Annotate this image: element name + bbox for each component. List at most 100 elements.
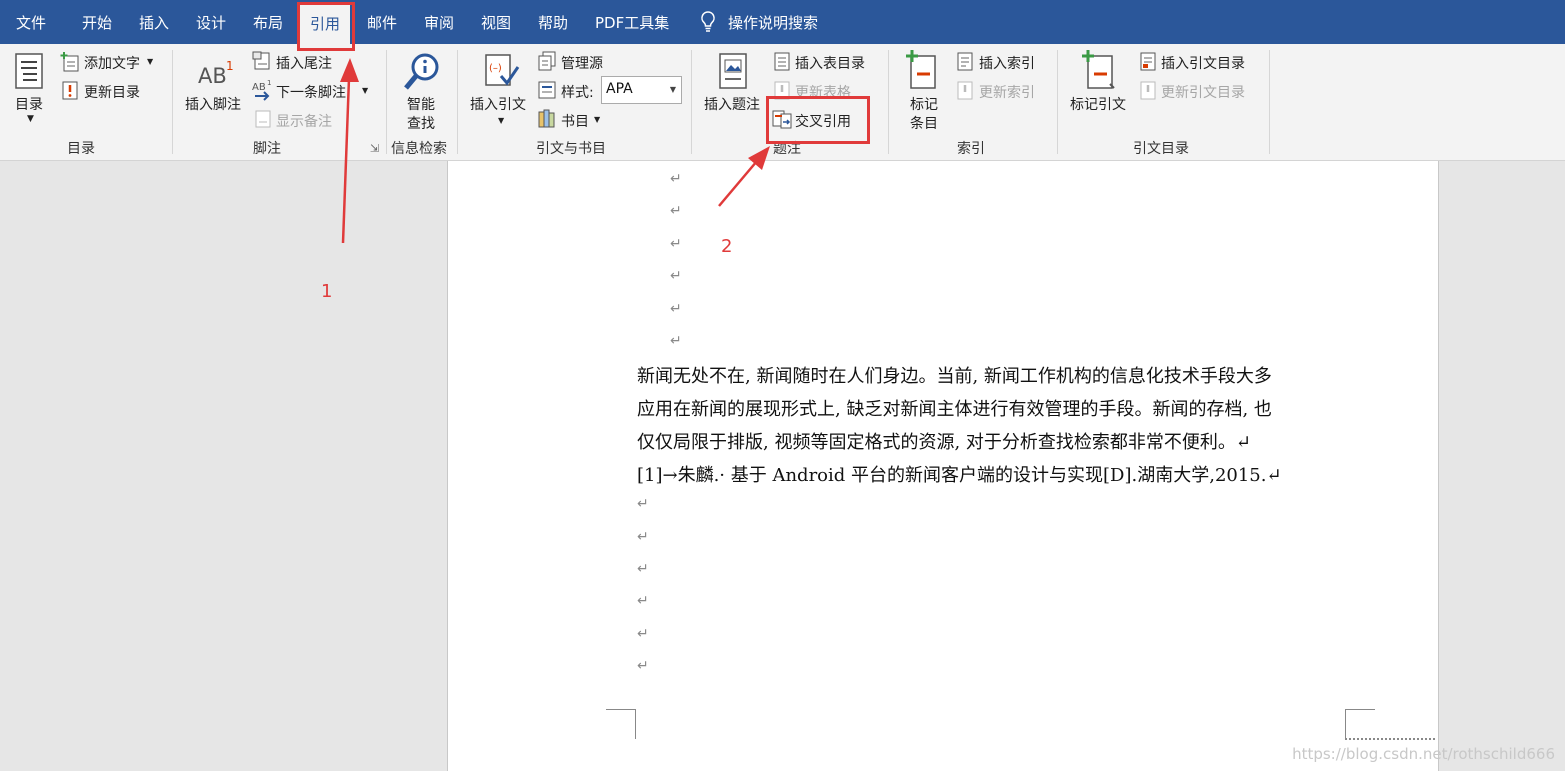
group-divider — [1057, 50, 1058, 154]
manage-sources-label: 管理源 — [561, 56, 603, 72]
group-label-footnotes: 脚注 — [253, 141, 281, 157]
group-label-research: 信息检索 — [391, 141, 447, 157]
paragraph-mark: ↵ — [637, 626, 649, 642]
tell-me-label: 操作说明搜索 — [728, 14, 819, 32]
paragraph-mark: ↵ — [637, 496, 649, 512]
insert-caption-icon — [719, 53, 747, 89]
paragraph-mark: ↵ — [637, 529, 649, 545]
style-icon — [538, 81, 556, 99]
smart-lookup-label-2: 查找 — [407, 116, 435, 132]
show-notes-label: 显示备注 — [276, 114, 332, 130]
style-select-value: APA — [606, 81, 633, 97]
watermark: https://blog.csdn.net/rothschild666 — [1292, 745, 1555, 763]
chevron-down-icon: ▼ — [498, 116, 505, 125]
style-label: 样式: — [561, 85, 594, 101]
tab-pdf-tools[interactable]: PDF工具集 — [595, 0, 669, 44]
update-index-icon — [957, 81, 973, 100]
paragraph-mark: ↵ — [670, 333, 682, 349]
manage-sources-icon — [538, 51, 556, 71]
footnote-icon: AB 1 — [198, 59, 234, 88]
mark-entry-icon — [906, 50, 936, 89]
insert-index-icon — [957, 52, 973, 71]
svg-text:AB: AB — [198, 64, 227, 88]
tab-insert[interactable]: 插入 — [139, 0, 169, 44]
insert-endnote-label: 插入尾注 — [276, 56, 332, 72]
chevron-down-icon: ▼ — [147, 57, 154, 66]
bibliography-label: 书目 — [561, 114, 589, 130]
body-paragraph-line: 应用在新闻的展现形式上, 缺乏对新闻主体进行有效管理的手段。新闻的存档, 也 — [637, 399, 1272, 420]
group-divider — [386, 50, 387, 154]
group-label-toa: 引文目录 — [1133, 141, 1189, 157]
style-select[interactable]: APA ▼ — [601, 76, 682, 104]
tab-design[interactable]: 设计 — [196, 0, 226, 44]
toc-label: 目录 — [15, 97, 43, 113]
insert-index-label: 插入索引 — [979, 56, 1035, 72]
svg-text:1: 1 — [267, 79, 271, 87]
smart-lookup-label-1: 智能 — [407, 97, 435, 113]
paragraph-mark: ↵ — [670, 236, 682, 252]
annotation-step-2: 2 — [721, 236, 733, 257]
next-footnote-label: 下一条脚注 — [276, 85, 346, 101]
tab-help[interactable]: 帮助 — [538, 0, 568, 44]
update-toa-icon — [1140, 81, 1156, 100]
body-paragraph-line: 新闻无处不在, 新闻随时在人们身边。当前, 新闻工作机构的信息化技术手段大多 — [637, 366, 1272, 387]
group-label-citations: 引文与书目 — [536, 141, 606, 157]
paragraph-mark: ↵ — [637, 658, 649, 674]
toc-icon — [15, 53, 43, 89]
document-page[interactable]: ↵ ↵ ↵ ↵ ↵ ↵ 新闻无处不在, 新闻随时在人们身边。当前, 新闻工作机构… — [447, 161, 1439, 771]
annotation-step-1: 1 — [321, 281, 333, 302]
insert-toa-icon — [1140, 52, 1156, 71]
update-index-label: 更新索引 — [979, 85, 1035, 101]
tab-file[interactable]: 文件 — [16, 0, 46, 44]
menu-bar: 文件 开始 插入 设计 布局 引用 邮件 审阅 视图 帮助 PDF工具集 操作说… — [0, 0, 1565, 44]
svg-text:AB: AB — [252, 82, 266, 93]
paragraph-mark: ↵ — [637, 593, 649, 609]
tab-home[interactable]: 开始 — [82, 0, 112, 44]
mark-citation-icon — [1082, 50, 1115, 89]
group-divider — [888, 50, 889, 154]
paragraph-mark: ↵ — [670, 301, 682, 317]
paragraph-mark: ↵ — [670, 171, 682, 187]
chevron-down-icon: ▼ — [27, 114, 34, 124]
group-divider — [457, 50, 458, 154]
smart-lookup-icon — [404, 53, 439, 90]
body-paragraph-line: 仅仅局限于排版, 视频等固定格式的资源, 对于分析查找检索都非常不便利。↵ — [637, 432, 1251, 453]
insert-citation-icon: (–) — [485, 54, 520, 86]
endnote-icon — [252, 51, 270, 70]
tab-review[interactable]: 审阅 — [424, 0, 454, 44]
dialog-launcher-icon[interactable]: ⇲ — [370, 142, 379, 155]
page-boundary-dots — [1345, 738, 1435, 740]
highlight-cross-reference — [766, 96, 870, 144]
chevron-down-icon: ▼ — [594, 115, 601, 124]
insert-citation-label: 插入引文 — [470, 97, 526, 113]
paragraph-mark: ↵ — [637, 561, 649, 577]
show-notes-icon — [255, 110, 271, 128]
update-toc-icon — [62, 81, 78, 100]
tab-layout[interactable]: 布局 — [253, 0, 283, 44]
add-text-icon — [60, 52, 79, 72]
chevron-down-icon: ▼ — [362, 86, 369, 95]
tab-mailings[interactable]: 邮件 — [367, 0, 397, 44]
reference-entry: [1]→朱麟.· 基于 Android 平台的新闻客户端的设计与实现[D].湖南… — [637, 465, 1282, 486]
tell-me-search[interactable]: 操作说明搜索 — [700, 0, 818, 44]
lightbulb-icon — [701, 11, 715, 32]
margin-corner-left — [606, 709, 636, 739]
group-divider — [172, 50, 173, 154]
chevron-down-icon: ▼ — [669, 85, 676, 94]
table-of-figures-icon — [774, 52, 790, 71]
tab-view[interactable]: 视图 — [481, 0, 511, 44]
insert-footnote-label: 插入脚注 — [185, 97, 241, 113]
insert-tof-label: 插入表目录 — [795, 56, 865, 72]
update-toa-label: 更新引文目录 — [1161, 85, 1245, 101]
group-divider — [1269, 50, 1270, 154]
group-divider — [691, 50, 692, 154]
paragraph-mark: ↵ — [670, 203, 682, 219]
update-toc-label: 更新目录 — [84, 85, 140, 101]
insert-caption-label: 插入题注 — [704, 97, 760, 113]
mark-citation-label: 标记引文 — [1070, 97, 1126, 113]
paragraph-mark: ↵ — [670, 268, 682, 284]
svg-text:1: 1 — [226, 59, 234, 73]
highlight-references-tab — [297, 2, 355, 51]
mark-entry-label-1: 标记 — [910, 97, 938, 113]
bibliography-icon — [538, 109, 555, 128]
